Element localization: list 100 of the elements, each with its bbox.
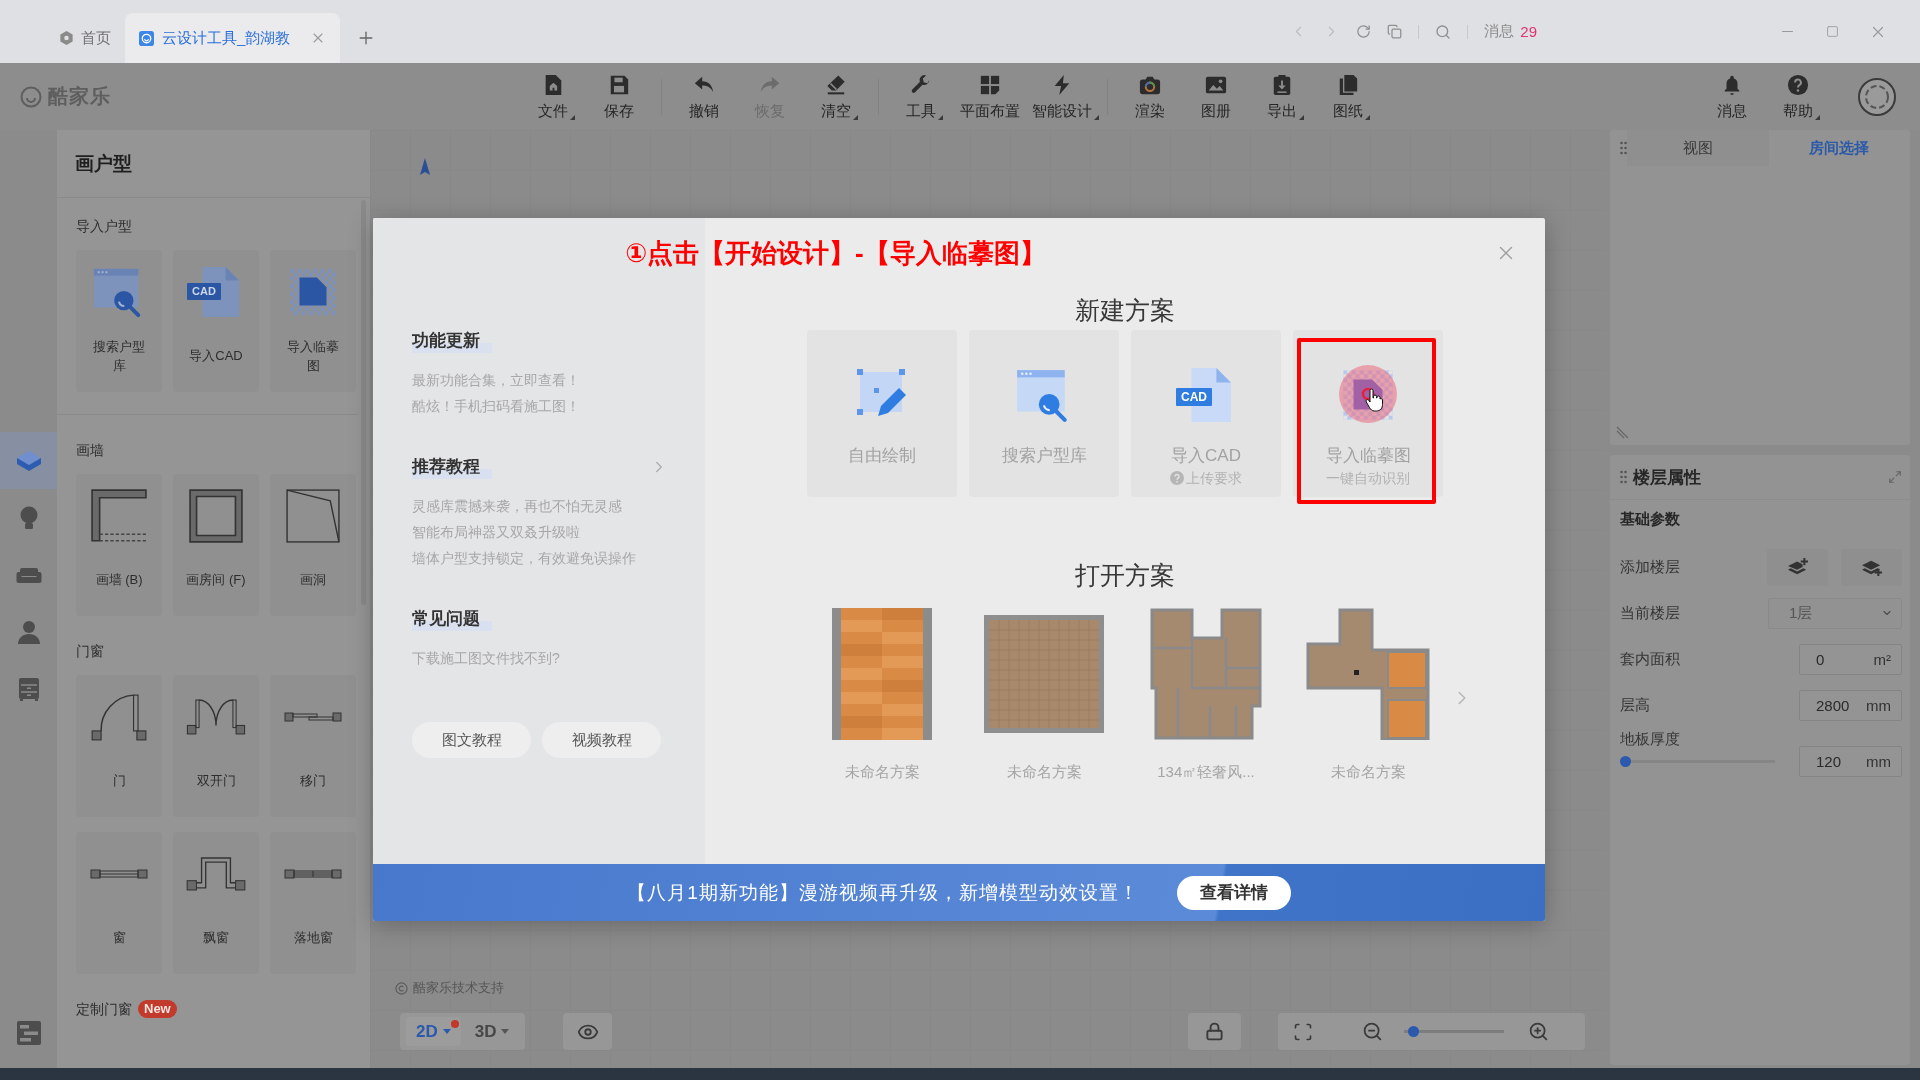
maximize-icon[interactable] bbox=[1826, 25, 1839, 38]
tutorial-button[interactable]: 图文教程 bbox=[412, 722, 531, 758]
news-heading: 功能更新 bbox=[412, 329, 492, 353]
tool-card[interactable]: 门 bbox=[76, 675, 162, 817]
wall-corner-icon bbox=[91, 489, 147, 543]
search-icon[interactable] bbox=[1435, 23, 1452, 40]
cad-badge: CAD bbox=[187, 283, 221, 300]
bay-window-icon bbox=[186, 857, 246, 891]
hexagon-icon bbox=[60, 31, 73, 45]
layer-plus-icon bbox=[1786, 557, 1809, 577]
section-title: 导入户型 bbox=[76, 217, 132, 235]
number-field[interactable]: 120 mm bbox=[1799, 746, 1902, 777]
tutorial-button[interactable]: 视频教程 bbox=[542, 722, 661, 758]
view-mode-button[interactable]: 2D bbox=[406, 1017, 461, 1046]
toolbar-button[interactable]: 消息 bbox=[1702, 73, 1762, 120]
logo-icon bbox=[20, 85, 42, 108]
toolbar-button[interactable]: 工具 bbox=[891, 73, 951, 120]
lock-button[interactable] bbox=[1188, 1013, 1241, 1050]
drag-handle-icon[interactable] bbox=[1620, 470, 1627, 484]
toolbar-button[interactable]: 撤销 bbox=[674, 73, 734, 120]
help-icon bbox=[1787, 73, 1809, 96]
section-title: 基础参数 bbox=[1620, 509, 1681, 529]
panel-tab[interactable]: 视图 bbox=[1627, 130, 1769, 166]
field-label: 层高 bbox=[1620, 695, 1650, 715]
details-button[interactable]: 查看详情 bbox=[1176, 875, 1291, 910]
tool-card[interactable]: 飘窗 bbox=[173, 832, 259, 974]
caret-down-icon bbox=[501, 1029, 510, 1034]
new-badge: New bbox=[138, 1000, 177, 1018]
zoom-in-icon[interactable] bbox=[1528, 1021, 1549, 1042]
annotation-text: ①点击【开始设计】-【导入临摹图】 bbox=[625, 237, 1046, 270]
toolbar-button[interactable]: 文件 bbox=[523, 73, 583, 120]
tool-card[interactable]: 双开门 bbox=[173, 675, 259, 817]
banner-text: 【八月1期新功能】漫游视频再升级，新增模型动效设置！ bbox=[627, 880, 1139, 905]
visibility-button[interactable] bbox=[563, 1013, 613, 1050]
hand-cursor-icon bbox=[1365, 388, 1383, 412]
toolbar-button[interactable]: 渲染 bbox=[1120, 73, 1180, 120]
sidebar-tab[interactable] bbox=[0, 432, 57, 489]
news-heading: 推荐教程 bbox=[412, 455, 492, 479]
drag-handle-icon[interactable] bbox=[1620, 141, 1627, 155]
toolbar-button[interactable]: 清空 bbox=[806, 73, 866, 120]
avatar-icon[interactable] bbox=[1858, 77, 1896, 116]
news-heading: 常见问题 bbox=[412, 607, 492, 631]
message-count: 29 bbox=[1520, 23, 1537, 40]
toolbar-button[interactable]: 平面布置 bbox=[957, 73, 1023, 120]
panel-layout-icon[interactable] bbox=[15, 1020, 42, 1046]
quadrilateral-icon bbox=[286, 489, 340, 543]
tool-card[interactable]: 窗 bbox=[76, 832, 162, 974]
panel-title: 楼层属性 bbox=[1633, 466, 1701, 489]
sliding-door-icon bbox=[283, 712, 343, 722]
slider-thumb[interactable] bbox=[1408, 1026, 1420, 1037]
documents-icon bbox=[1337, 73, 1359, 96]
field-label: 添加楼层 bbox=[1620, 557, 1680, 577]
expand-icon[interactable] bbox=[1888, 470, 1902, 484]
toolbar-button[interactable]: 导出 bbox=[1252, 73, 1312, 120]
field-label: 地板厚度 bbox=[1620, 729, 1681, 749]
window-icon bbox=[89, 869, 149, 879]
section-title: 门窗 bbox=[76, 642, 104, 660]
browser-tab[interactable]: 首页 bbox=[46, 13, 125, 63]
toolbar-button[interactable]: 保存 bbox=[589, 73, 649, 120]
toolbar-button[interactable]: 图册 bbox=[1186, 73, 1246, 120]
north-arrow-icon bbox=[420, 158, 430, 178]
caret-down-icon bbox=[442, 1029, 451, 1034]
messages-link[interactable]: 消息 bbox=[1484, 22, 1515, 41]
section-heading: 打开方案 bbox=[1075, 560, 1175, 590]
tool-card[interactable]: 落地窗 bbox=[270, 832, 356, 974]
eraser-icon bbox=[825, 73, 847, 96]
field-label: 套内面积 bbox=[1620, 649, 1680, 669]
copyright-icon bbox=[395, 981, 408, 995]
site-logo-icon bbox=[139, 30, 154, 46]
slider-thumb[interactable] bbox=[1620, 756, 1631, 767]
tool-card[interactable]: 画房间 (F) bbox=[173, 474, 259, 616]
tool-card[interactable]: 画洞 bbox=[270, 474, 356, 616]
resize-handle-icon[interactable] bbox=[1616, 426, 1629, 439]
square-room-icon bbox=[189, 489, 243, 543]
floor-window-icon bbox=[283, 869, 343, 879]
focus-frame-icon[interactable] bbox=[1293, 1021, 1313, 1042]
add-floor-button[interactable] bbox=[1841, 548, 1902, 586]
field-label: 当前楼层 bbox=[1620, 603, 1680, 623]
refresh-icon[interactable] bbox=[1356, 24, 1372, 39]
tool-card[interactable]: 画墙 (B) bbox=[76, 474, 162, 616]
tool-card[interactable]: CAD 导入CAD bbox=[173, 250, 259, 392]
number-field[interactable]: 0 m² bbox=[1799, 643, 1902, 675]
tool-card[interactable]: 搜索户型库 bbox=[76, 250, 162, 392]
section-title: 定制门窗 bbox=[76, 1000, 132, 1018]
toolbar-button[interactable]: 智能设计 bbox=[1029, 73, 1095, 120]
toolbar-button[interactable]: 帮助 bbox=[1768, 73, 1828, 120]
zoom-out-icon[interactable] bbox=[1362, 1021, 1383, 1042]
tool-card[interactable]: 导入临摹图 bbox=[270, 250, 356, 392]
layout-grid-icon bbox=[979, 73, 1001, 96]
number-field[interactable]: 2800 mm bbox=[1799, 689, 1902, 721]
toolbar-button[interactable]: 图纸 bbox=[1318, 73, 1378, 120]
browser-tab[interactable]: 云设计工具_韵湖教 bbox=[125, 13, 341, 63]
tool-card[interactable]: 移门 bbox=[270, 675, 356, 817]
view-mode-button[interactable]: 3D bbox=[464, 1017, 520, 1046]
lock-icon bbox=[1205, 1022, 1224, 1041]
copy-icon[interactable] bbox=[1387, 24, 1403, 39]
section-heading: 新建方案 bbox=[1075, 295, 1175, 325]
cad-badge: CAD bbox=[1176, 388, 1212, 406]
section-title: 画墙 bbox=[76, 441, 104, 459]
add-floor-button[interactable] bbox=[1767, 548, 1828, 586]
